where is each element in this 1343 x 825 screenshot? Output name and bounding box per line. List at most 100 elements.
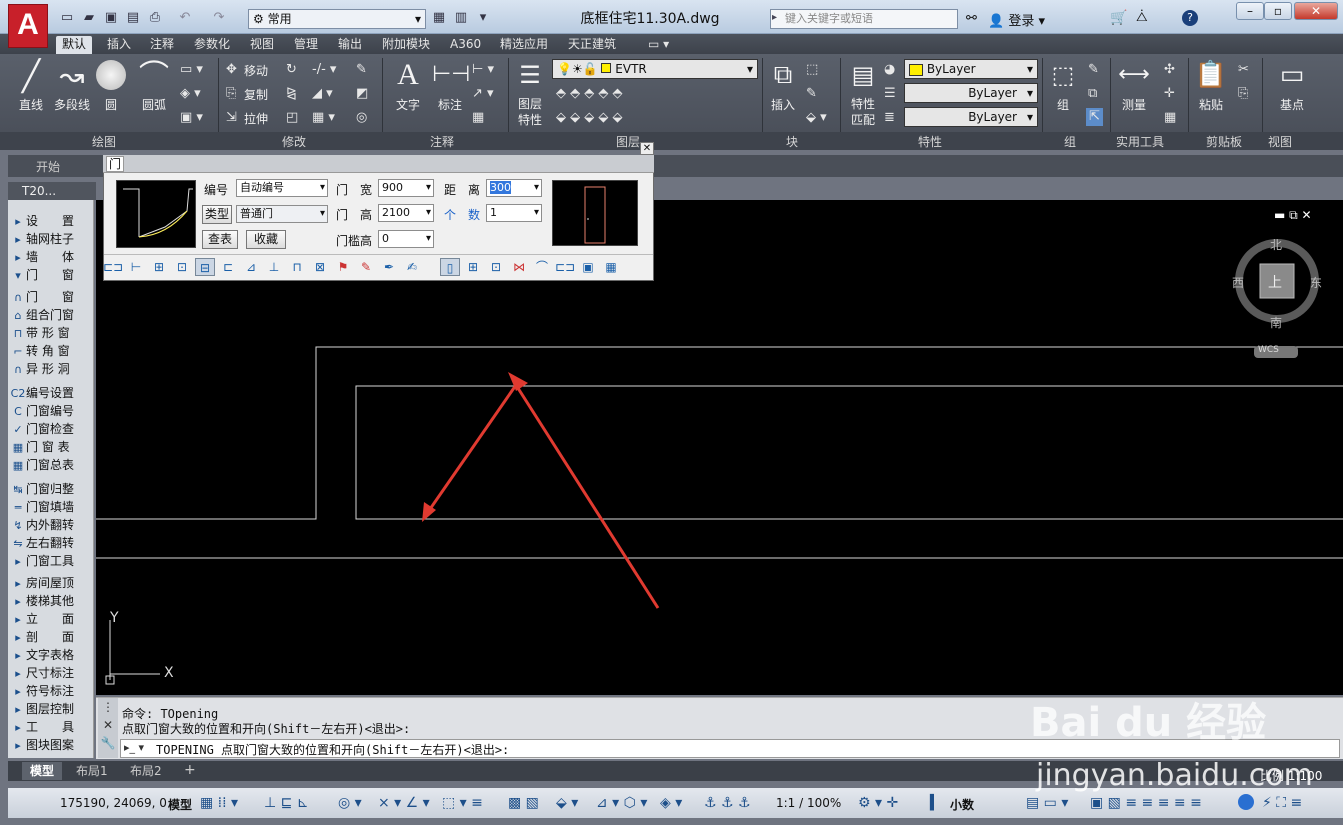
annotation-visibility-icon[interactable]: ⚓ ⚓ ⚓ — [704, 795, 751, 811]
text-icon[interactable]: A — [390, 58, 426, 92]
side-menu-item[interactable]: ▸ 文字表格 — [10, 646, 94, 664]
color-wheel-icon[interactable]: ◕ — [884, 62, 895, 78]
layer-dropdown[interactable]: 💡☀🔓 EVTR ▾ — [552, 59, 758, 79]
door-plan-preview[interactable] — [116, 180, 196, 248]
autocad-logo-icon[interactable]: A — [8, 4, 48, 48]
side-menu-item[interactable]: ▸ 图层控制 — [10, 700, 94, 718]
match-properties-icon[interactable]: ▤ — [846, 58, 880, 92]
type-bay-window-icon[interactable]: ⊏⊐ — [555, 258, 575, 276]
point-icon[interactable]: ✣ — [1164, 62, 1175, 78]
layer-tools-row1[interactable]: ⬘ ⬘ ⬘ ⬘ ⬘ — [556, 86, 623, 102]
insert-corner-icon[interactable]: ⊏ — [218, 258, 238, 276]
quick-properties-icon[interactable]: ▤ ▭ ▾ — [1026, 795, 1068, 811]
id-point-icon[interactable]: ✛ — [1164, 86, 1175, 102]
copy-clip-icon[interactable]: ⎘ — [1238, 86, 1248, 102]
lineweight-icon[interactable]: ≣ — [884, 110, 895, 126]
model-space-toggle[interactable]: 模型 — [168, 796, 192, 813]
command-grip[interactable]: ⋮ ✕ 🔧 — [98, 698, 118, 758]
units-display[interactable]: 小数 — [950, 796, 974, 813]
side-menu-item[interactable]: ▦ 门窗总表 — [10, 456, 94, 474]
insert-free-icon[interactable]: ⊏⊐ — [103, 258, 123, 276]
linear-dim-icon[interactable]: ⊢ ▾ — [472, 62, 494, 78]
move-button[interactable]: 移动 — [244, 62, 268, 79]
infer-icon[interactable]: ⊥ ⊑ ⊾ — [264, 795, 309, 811]
isolate-icon[interactable]: ▍ — [930, 795, 941, 811]
match-properties-button[interactable]: 特性 匹配 — [846, 96, 880, 128]
type-custom-icon[interactable]: ▦ — [601, 258, 621, 276]
side-menu-item[interactable]: ✓ 门窗检查 — [10, 420, 94, 438]
block-attrib-icon[interactable]: ⬙ ▾ — [806, 110, 827, 126]
command-prompt-icon[interactable]: ▸_ ▾ — [124, 741, 144, 754]
redo-icon[interactable]: ↷ — [210, 10, 228, 26]
create-block-icon[interactable]: ⬚ — [806, 62, 818, 78]
pick-door-icon[interactable]: ✎ — [356, 258, 376, 276]
new-file-icon[interactable]: ▭ — [58, 10, 76, 26]
door-dialog-close-icon[interactable]: ✕ — [640, 142, 654, 155]
side-menu-item[interactable]: ▦ 门 窗 表 — [10, 438, 94, 456]
cut-icon[interactable]: ✂ — [1238, 62, 1249, 78]
binoculars-icon[interactable]: ⚯ — [966, 11, 977, 26]
save-icon[interactable]: ▣ — [102, 10, 120, 26]
line-button[interactable]: 直线 — [14, 96, 48, 113]
compass-east[interactable]: 东 — [1310, 274, 1322, 291]
connect-icon[interactable]: ⧊ — [1136, 10, 1148, 25]
panel-clipboard-label[interactable]: 剪贴板 — [1206, 133, 1242, 150]
side-menu-item[interactable]: ▸ 门窗工具 — [10, 552, 94, 570]
login-button[interactable]: 👤 登录 ▾ — [988, 10, 1045, 29]
viewcube-top-face[interactable]: 上 — [1268, 272, 1282, 292]
lineweight-dropdown[interactable]: ByLayer ▾ — [904, 107, 1038, 127]
layer-tools-row2[interactable]: ⬙ ⬙ ⬙ ⬙ ⬙ — [556, 110, 623, 126]
fillet-icon[interactable]: ◢ ▾ — [312, 86, 333, 102]
insert-point-icon[interactable]: ⊿ — [241, 258, 261, 276]
attr-copy-icon[interactable]: ✍ — [402, 258, 422, 276]
copy-icon[interactable]: ⎘ — [226, 86, 236, 102]
side-menu-item[interactable]: ▸ 楼梯其他 — [10, 592, 94, 610]
3d-osnap-icon[interactable]: ⊿ ▾ ⬡ ▾ — [596, 795, 647, 811]
annotation-scale[interactable]: 1:1 / 100% — [776, 796, 841, 810]
grid-icon[interactable]: ▦ ⁞⁞ ▾ — [200, 795, 238, 811]
rectangle-icon[interactable]: ▭ ▾ — [180, 62, 203, 78]
sill-combo[interactable]: 0 — [378, 230, 434, 248]
search-input[interactable]: 键入关键字或短语 — [770, 9, 958, 29]
insert-axis-icon[interactable]: ⊞ — [149, 258, 169, 276]
workspace-dropdown[interactable]: ⚙ 常用 ▾ — [248, 9, 426, 29]
print-icon[interactable]: ⎙ — [146, 10, 164, 26]
minimize-button[interactable]: – — [1236, 2, 1264, 20]
side-menu-item[interactable]: ▸ 符号标注 — [10, 682, 94, 700]
paste-button[interactable]: 粘贴 — [1194, 96, 1228, 113]
measure-button[interactable]: 测量 — [1116, 96, 1152, 113]
side-menu-item[interactable]: ∩ 异 形 洞 — [10, 360, 94, 378]
polyline-icon[interactable]: ↝ — [54, 60, 90, 94]
count-combo[interactable]: 1 — [486, 204, 542, 222]
layer-tool-icon[interactable]: ▦ — [430, 10, 448, 26]
side-menu-item[interactable]: ⌂ 组合门窗 — [10, 306, 94, 324]
compass-north[interactable]: 北 — [1270, 236, 1282, 253]
type-sub-door-icon[interactable]: ⋈ — [509, 258, 529, 276]
arc-icon[interactable]: ⌒ — [136, 60, 172, 94]
wcs-menu[interactable]: WCS — [1258, 345, 1279, 355]
edit-block-icon[interactable]: ✎ — [806, 86, 817, 102]
type-window-icon[interactable]: ⊞ — [463, 258, 483, 276]
door-dialog-titlebar[interactable] — [103, 155, 654, 173]
side-menu-item[interactable]: ▸ 房间屋顶 — [10, 574, 94, 592]
trim-icon[interactable]: -/- ▾ — [312, 62, 336, 78]
tab-parametric[interactable]: 参数化 — [188, 36, 236, 54]
dimension-button[interactable]: 标注 — [432, 96, 468, 113]
viewport-controls[interactable]: ▬ ⧉ ✕ — [1274, 208, 1312, 223]
insert-full-icon[interactable]: ⊥ — [264, 258, 284, 276]
line-icon[interactable]: ╱ — [14, 60, 48, 94]
eyedropper-icon[interactable]: ✒ — [379, 258, 399, 276]
offset-icon[interactable]: ◎ — [356, 110, 367, 126]
circle-icon[interactable] — [96, 60, 126, 90]
side-menu-item[interactable]: ⇋ 左右翻转 — [10, 534, 94, 552]
side-menu-item[interactable]: ⌐ 转 角 窗 — [10, 342, 94, 360]
insert-distance-icon[interactable]: ⊟ — [195, 258, 215, 276]
group-select-icon[interactable]: ⇱ — [1086, 108, 1103, 126]
panel-layers-label[interactable]: 图层 — [616, 133, 640, 150]
tab-output[interactable]: 输出 — [332, 36, 368, 54]
workspace-gear-icon[interactable]: ⚙ ▾ ✛ — [858, 795, 898, 811]
base-point-button[interactable]: 基点 — [1274, 96, 1310, 113]
group-edit-icon[interactable]: ⧉ — [1088, 86, 1097, 102]
side-menu-item[interactable]: C2编号设置 — [10, 384, 94, 402]
panel-modify-label[interactable]: 修改 — [282, 133, 306, 150]
